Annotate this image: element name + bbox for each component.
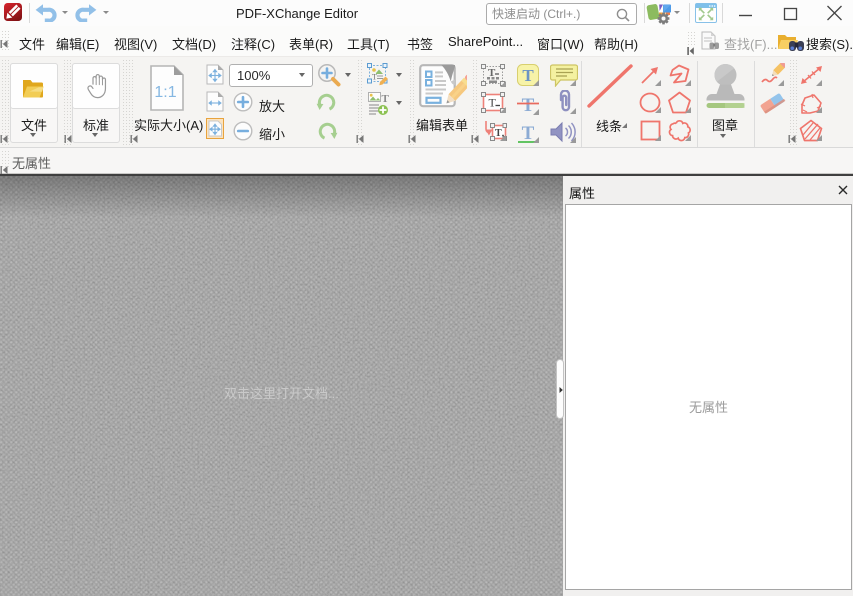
svg-text:1:1: 1:1 — [154, 84, 176, 101]
svg-text:T: T — [489, 96, 497, 110]
svg-text:T: T — [372, 73, 377, 82]
svg-text:T: T — [382, 93, 390, 105]
